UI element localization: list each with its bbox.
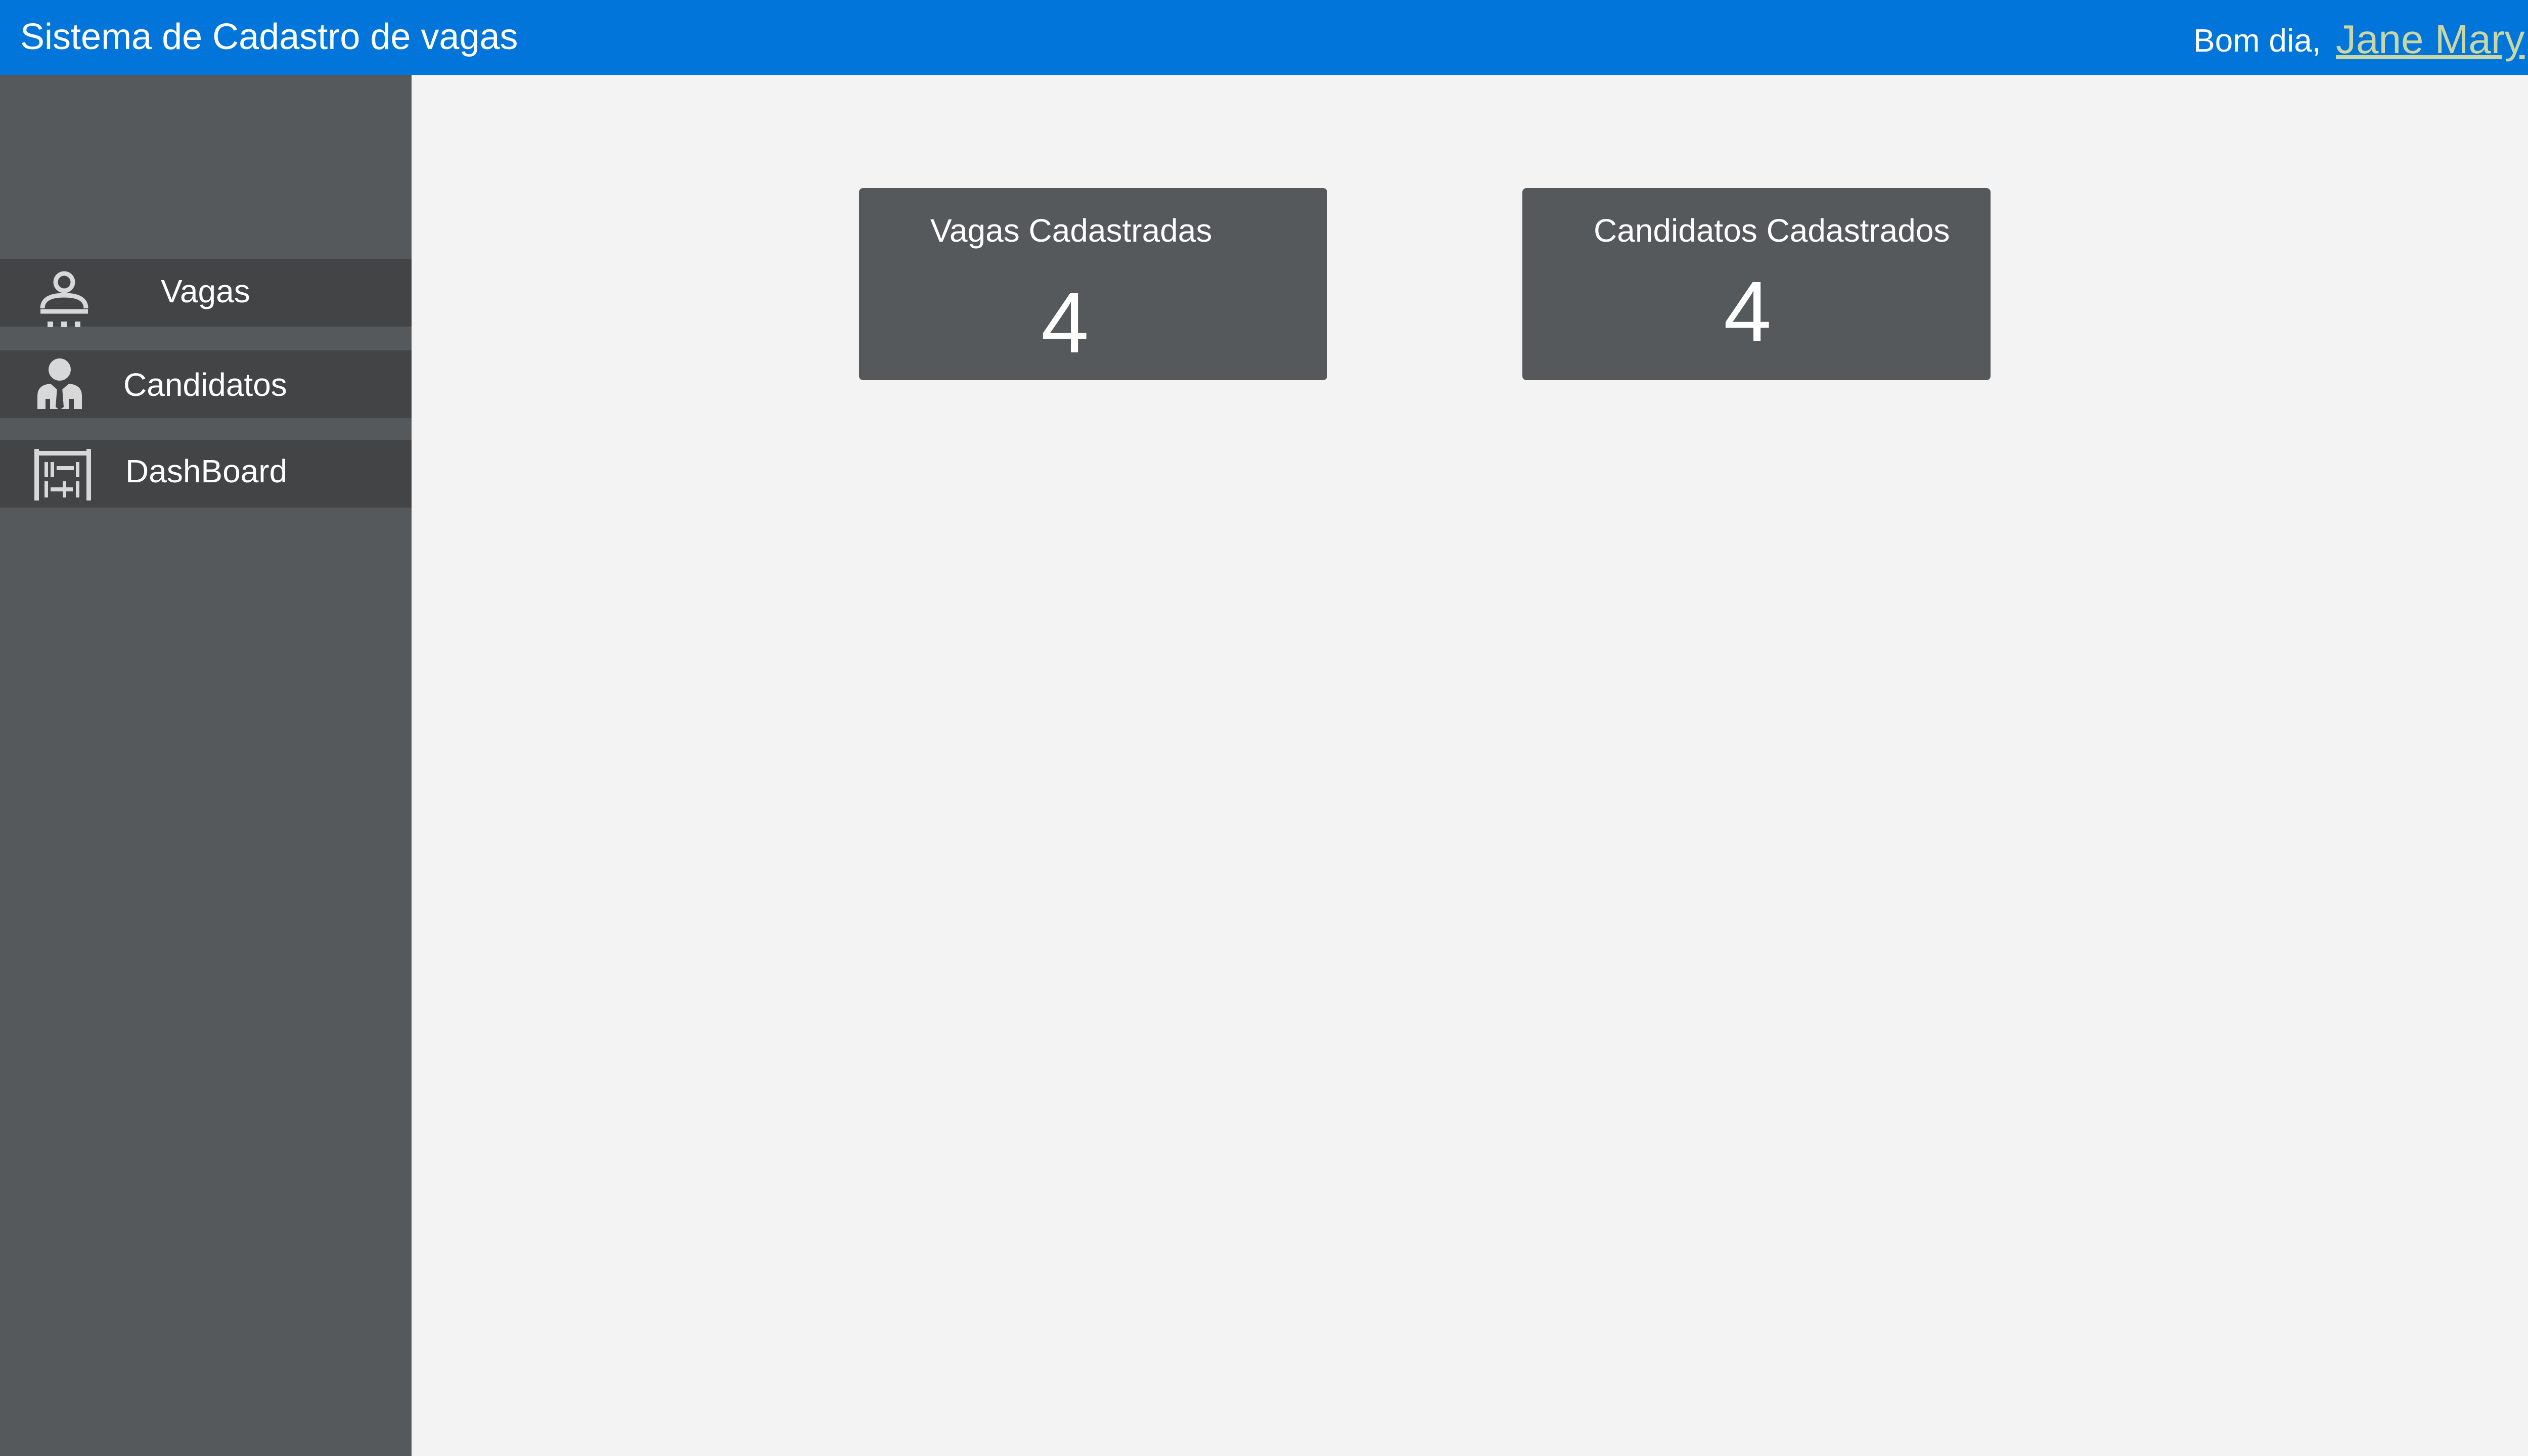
card-title: Vagas Cadastradas xyxy=(930,212,1212,249)
greeting-text: Bom dia, xyxy=(2193,22,2321,59)
sidebar: Vagas Candidatos DashBoard xyxy=(0,75,412,1456)
card-value: 4 xyxy=(1724,264,1772,360)
vagas-count-card: Vagas Cadastradas 4 xyxy=(859,188,1327,380)
card-value: 4 xyxy=(1041,275,1089,371)
candidatos-count-card: Candidatos Cadastrados 4 xyxy=(1522,188,1991,380)
sidebar-item-candidatos[interactable]: Candidatos xyxy=(0,350,412,418)
person-badge-icon xyxy=(40,271,88,327)
card-title: Candidatos Cadastrados xyxy=(1594,212,1950,249)
sidebar-item-label: Vagas xyxy=(161,273,250,309)
person-suit-icon xyxy=(37,358,82,410)
dashboard-icon xyxy=(34,449,91,500)
top-bar: Sistema de Cadastro de vagas Bom dia, Ja… xyxy=(0,0,2528,75)
sidebar-item-vagas[interactable]: Vagas xyxy=(0,259,412,327)
sidebar-item-label: DashBoard xyxy=(125,453,288,489)
sidebar-item-dashboard[interactable]: DashBoard xyxy=(0,440,412,508)
app-title: Sistema de Cadastro de vagas xyxy=(20,17,518,57)
user-name-link[interactable]: Jane Mary xyxy=(2336,14,2524,65)
sidebar-item-label: Candidatos xyxy=(123,367,287,403)
